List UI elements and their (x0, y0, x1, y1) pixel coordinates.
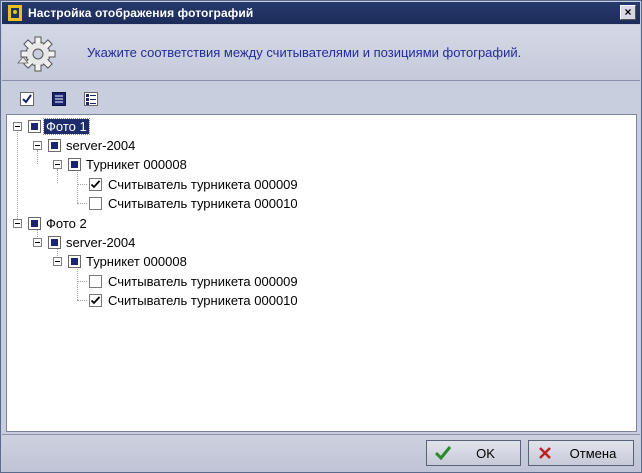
list-icon[interactable] (48, 88, 70, 110)
tree-node-photo2[interactable]: Фото 2 (28, 214, 89, 233)
check-icon (433, 443, 453, 463)
tree-connector (17, 130, 18, 221)
node-label: Фото 2 (46, 216, 87, 231)
tree-node-reader[interactable]: Считыватель турникета 000010 (89, 194, 300, 213)
node-square-icon (28, 217, 41, 230)
node-label: Считыватель турникета 000010 (108, 196, 298, 211)
tree-connector (77, 300, 87, 301)
reader-checkbox[interactable] (89, 197, 102, 210)
photo-reader-tree[interactable]: Фото 1 server-2004 Турникет 000008 Считы… (6, 114, 637, 432)
reader-checkbox[interactable] (89, 178, 102, 191)
dialog-window: Настройка отображения фотографий × Укажи… (0, 0, 642, 473)
tree-node-photo1[interactable]: Фото 1 (28, 117, 90, 136)
tree-connector (77, 281, 87, 282)
tree-node-server[interactable]: server-2004 (48, 233, 137, 252)
collapse-toggle[interactable] (53, 257, 62, 266)
tree-connector (37, 150, 38, 164)
ok-label: OK (476, 445, 495, 461)
collapse-toggle[interactable] (13, 219, 22, 228)
tree-node-server[interactable]: server-2004 (48, 136, 137, 155)
node-label: Турникет 000008 (86, 254, 187, 269)
check-all-icon[interactable] (16, 88, 38, 110)
node-square-icon (28, 120, 41, 133)
tree-node-reader[interactable]: Считыватель турникета 000009 (89, 272, 300, 291)
tree-view-icon[interactable] (80, 88, 102, 110)
node-square-icon (48, 139, 61, 152)
checkmark-icon (90, 296, 101, 305)
reader-checkbox[interactable] (89, 275, 102, 288)
reader-checkbox[interactable] (89, 294, 102, 307)
cancel-button[interactable]: Отмена (528, 440, 634, 466)
tree-connector (77, 266, 78, 300)
tree-node-reader[interactable]: Считыватель турникета 000009 (89, 175, 300, 194)
node-label: server-2004 (66, 138, 136, 153)
gear-icon (14, 33, 60, 75)
node-square-icon (48, 236, 61, 249)
checkmark-icon (90, 180, 101, 189)
toolbar (2, 85, 640, 113)
close-x-icon (535, 443, 555, 463)
node-label: Считыватель турникета 000010 (108, 293, 298, 308)
tree-node-turnstile[interactable]: Турникет 000008 (68, 155, 189, 174)
collapse-toggle[interactable] (33, 141, 42, 150)
collapse-toggle[interactable] (13, 122, 22, 131)
node-label: Считыватель турникета 000009 (108, 274, 298, 289)
node-label: server-2004 (66, 235, 136, 250)
tree-node-reader[interactable]: Считыватель турникета 000010 (89, 291, 300, 310)
tree-connector (57, 169, 58, 183)
instruction-text: Укажите соответствия между считывателями… (87, 45, 522, 60)
tree-connector (77, 184, 87, 185)
title-bar[interactable]: Настройка отображения фотографий × (2, 2, 640, 24)
collapse-toggle[interactable] (33, 238, 42, 247)
node-label: Считыватель турникета 000009 (108, 177, 298, 192)
close-button[interactable]: × (620, 5, 636, 20)
window-title: Настройка отображения фотографий (28, 6, 254, 20)
collapse-toggle[interactable] (53, 160, 62, 169)
tree-connector (77, 203, 87, 204)
instruction-header: Укажите соответствия между считывателями… (2, 25, 640, 81)
node-square-icon (68, 255, 81, 268)
tree-node-turnstile[interactable]: Турникет 000008 (68, 252, 189, 271)
node-label: Турникет 000008 (86, 157, 187, 172)
node-label: Фото 1 (43, 118, 90, 135)
app-icon (7, 5, 23, 21)
ok-button[interactable]: OK (426, 440, 521, 466)
tree-connector (77, 169, 78, 203)
node-square-icon (68, 158, 81, 171)
dialog-footer: OK Отмена (2, 434, 640, 472)
cancel-label: Отмена (569, 445, 617, 461)
